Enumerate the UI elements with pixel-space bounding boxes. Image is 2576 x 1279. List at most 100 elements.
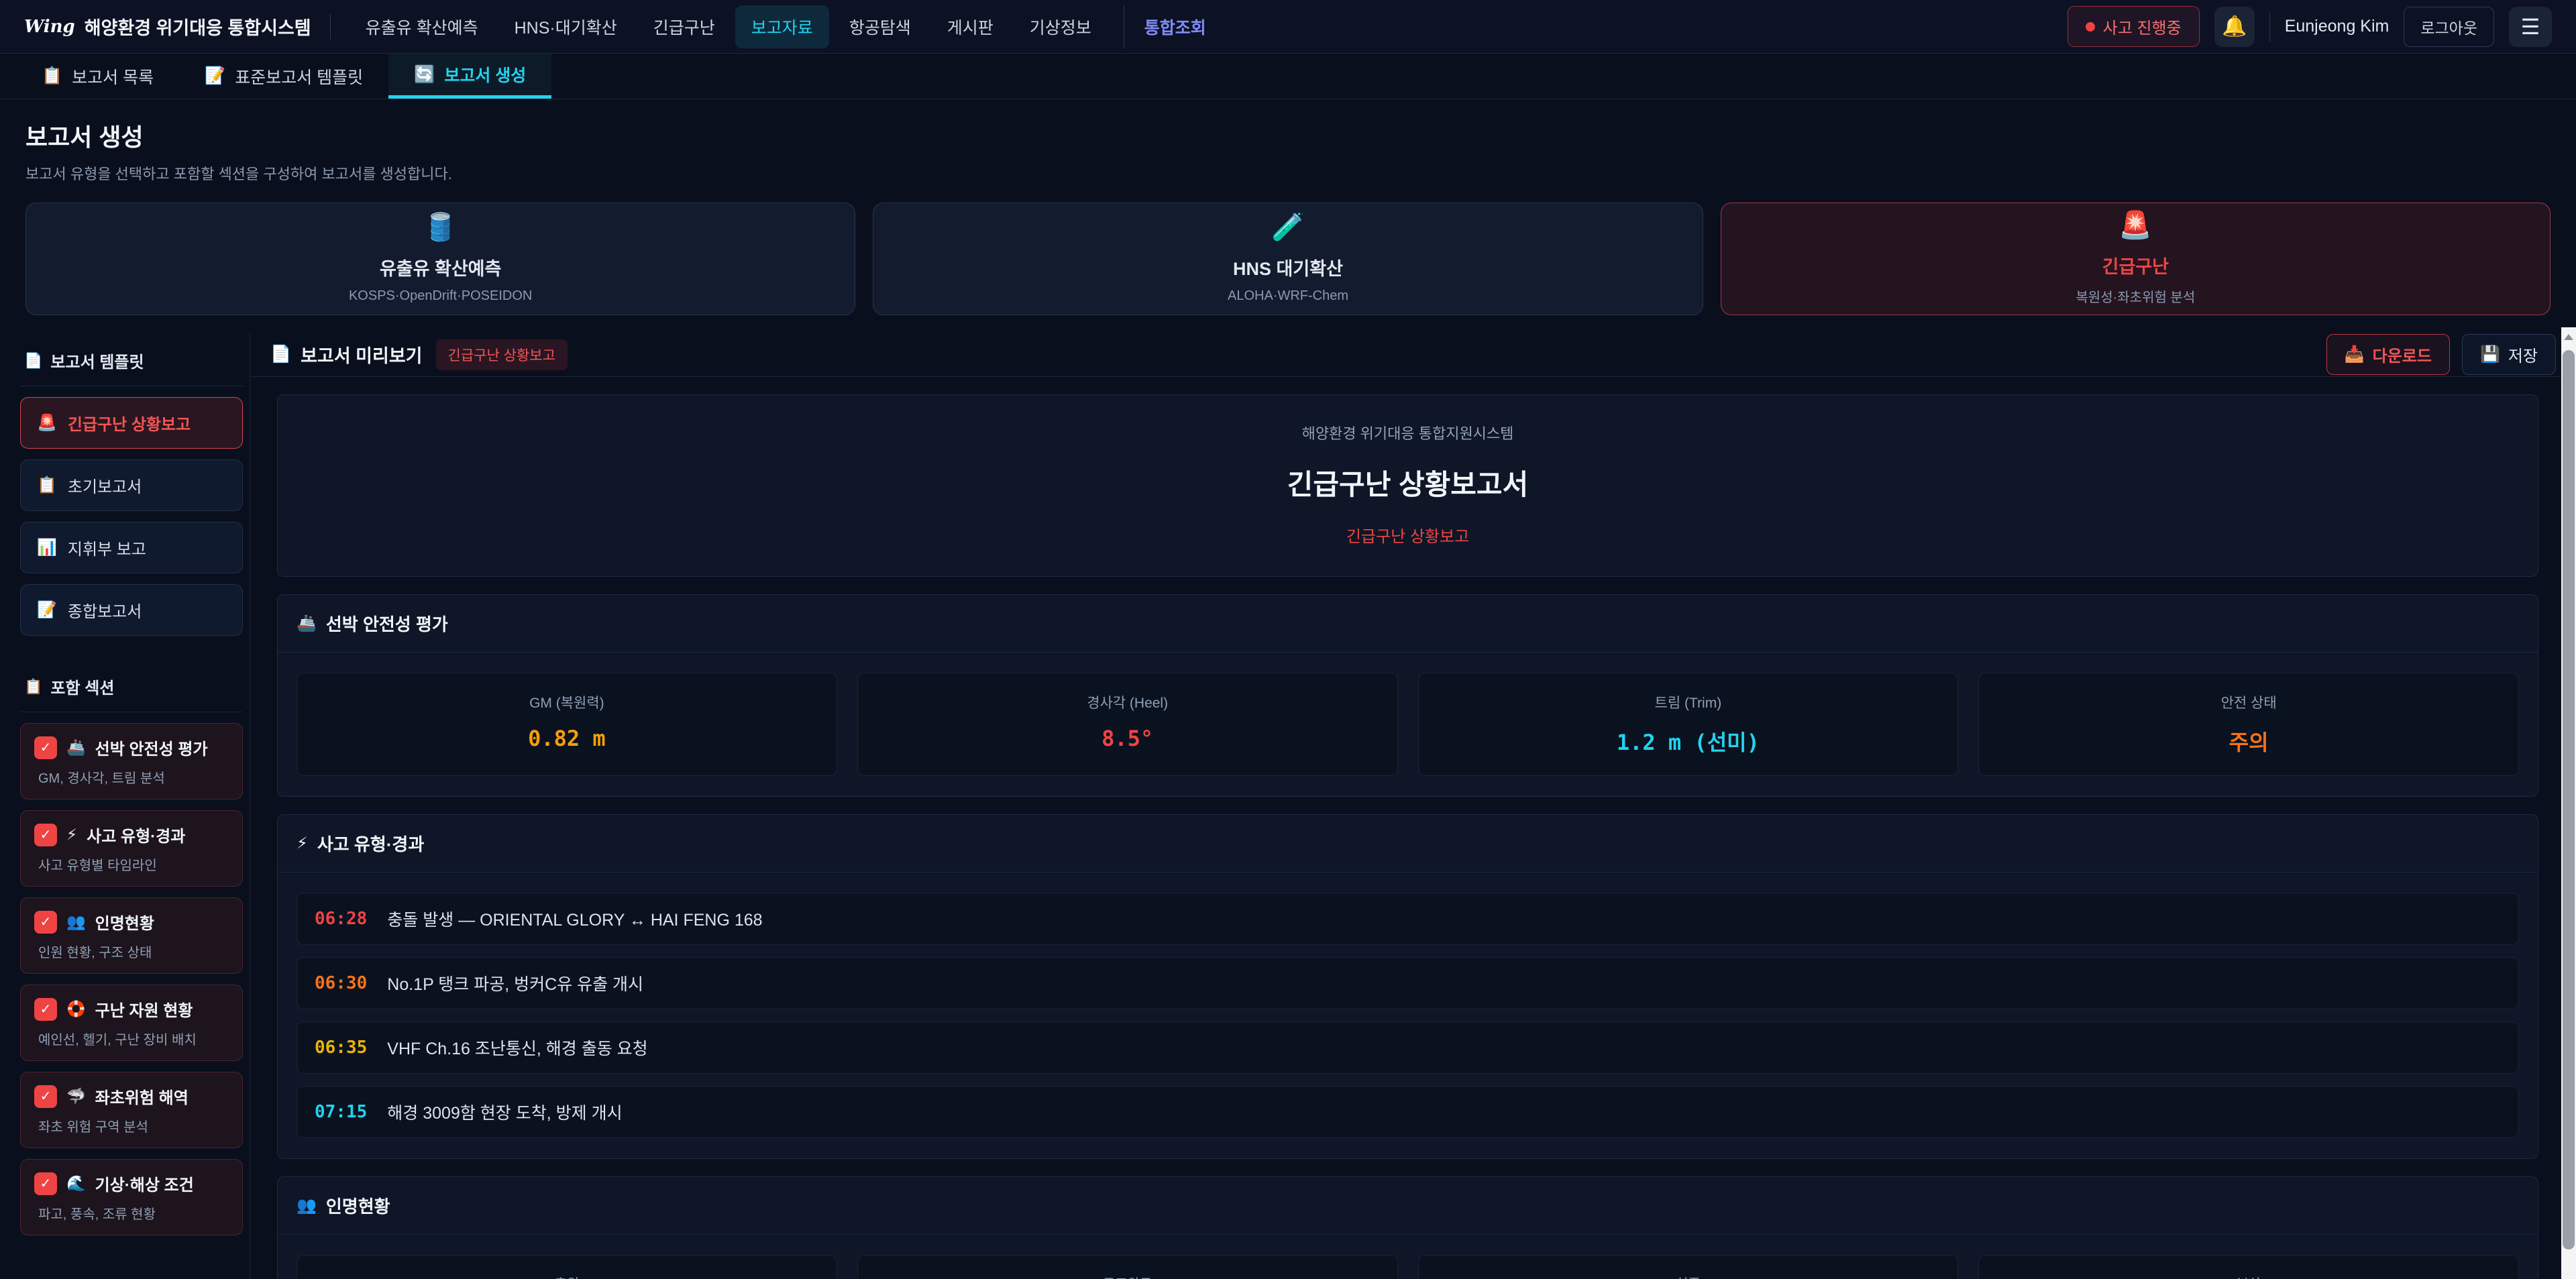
section-toggle-ship-safety[interactable]: ✓ 🚢 선박 안전성 평가 GM, 경사각, 트림 분석 <box>20 723 243 799</box>
report-type-hns[interactable]: 🧪 HNS 대기확산 ALOHA·WRF-Chem <box>873 203 1703 315</box>
checkbox-checked[interactable]: ✓ <box>34 1172 57 1195</box>
nav-item-integrated-search[interactable]: 통합조회 <box>1124 5 1222 48</box>
tab-standard-template[interactable]: 📝 표준보고서 템플릿 <box>179 54 388 99</box>
section-label: 좌초위험 해역 <box>95 1085 189 1108</box>
hamburger-menu-button[interactable]: ☰ <box>2509 7 2552 47</box>
section-desc: 파고, 풍속, 조류 현황 <box>38 1203 229 1223</box>
checkbox-checked[interactable]: ✓ <box>34 911 57 934</box>
timeline-time: 06:28 <box>315 909 367 929</box>
siren-icon: 🚨 <box>2118 212 2152 239</box>
templates-header: 📄 보고서 템플릿 <box>20 333 243 386</box>
preview-panel: 📄 보고서 미리보기 긴급구난 상황보고 📥 다운로드 💾 저장 해양환경 위기… <box>250 333 2576 1279</box>
report-org-name: 해양환경 위기대응 통합지원시스템 <box>278 422 2538 443</box>
preview-title: 보고서 미리보기 <box>301 341 422 368</box>
tab-report-list[interactable]: 📋 보고서 목록 <box>16 54 179 99</box>
ship-safety-header: 선박 안전성 평가 <box>326 611 448 636</box>
template-item-label: 지휘부 보고 <box>68 536 146 559</box>
nav-item-weather[interactable]: 기상정보 <box>1014 5 1108 48</box>
people-icon: 👥 <box>297 1196 317 1215</box>
template-item-initial-report[interactable]: 📋 초기보고서 <box>20 459 243 511</box>
metric-value: 주의 <box>1986 726 2512 757</box>
vertical-scrollbar[interactable] <box>2561 327 2576 1279</box>
checkbox-checked[interactable]: ✓ <box>34 736 57 759</box>
template-item-rescue-report[interactable]: 🚨 긴급구난 상황보고 <box>20 397 243 449</box>
scroll-up-arrow-icon[interactable] <box>2564 334 2573 340</box>
notification-button[interactable]: 🔔 <box>2214 7 2255 47</box>
nav-item-reports[interactable]: 보고자료 <box>735 5 829 48</box>
people-icon: 👥 <box>66 913 86 931</box>
tab-standard-template-label: 표준보고서 템플릿 <box>235 64 363 89</box>
refresh-icon: 🔄 <box>414 65 435 85</box>
lightning-icon: ⚡ <box>297 834 308 853</box>
section-toggle-grounding-risk[interactable]: ✓ 🦈 좌초위험 해역 좌초 위험 구역 분석 <box>20 1072 243 1148</box>
report-type-oil-spill[interactable]: 🛢️ 유출유 확산예측 KOSPS·OpenDrift·POSEIDON <box>25 203 855 315</box>
save-button[interactable]: 💾 저장 <box>2462 334 2556 375</box>
brand: Wing 해양환경 위기대응 통합시스템 <box>24 13 311 40</box>
top-navbar: Wing 해양환경 위기대응 통합시스템 유출유 확산예측 HNS·대기확산 긴… <box>0 0 2576 54</box>
nav-item-oil-spill[interactable]: 유출유 확산예측 <box>350 5 494 48</box>
test-tube-icon: 🧪 <box>1271 214 1305 241</box>
scrollbar-thumb[interactable] <box>2563 350 2575 1249</box>
timeline-text: No.1P 탱크 파공, 벙커C유 유출 개시 <box>387 971 643 995</box>
nav-item-hns[interactable]: HNS·대기확산 <box>498 5 633 48</box>
sections-header: 📋 포함 섹션 <box>20 659 243 712</box>
incident-dot-icon <box>2086 22 2095 32</box>
ship-icon: 🚢 <box>297 614 317 633</box>
section-desc: GM, 경사각, 트림 분석 <box>38 767 229 787</box>
tab-report-generate[interactable]: 🔄 보고서 생성 <box>388 54 551 99</box>
page-header: 보고서 생성 보고서 유형을 선택하고 포함할 섹션을 구성하여 보고서를 생성… <box>0 99 2576 190</box>
metric-value: 0.82 m <box>304 726 830 751</box>
report-type-rescue-selected[interactable]: 🚨 긴급구난 복원성·좌초위험 분석 <box>1721 203 2551 315</box>
checkbox-checked[interactable]: ✓ <box>34 1085 57 1108</box>
logout-button[interactable]: 로그아웃 <box>2404 7 2494 47</box>
checkbox-checked[interactable]: ✓ <box>34 824 57 846</box>
page-title: 보고서 생성 <box>25 118 2551 153</box>
metric-trim: 트림 (Trim) 1.2 m (선미) <box>1418 673 1959 776</box>
nav-item-rescue[interactable]: 긴급구난 <box>637 5 731 48</box>
metric-label: GM (복원력) <box>304 692 830 712</box>
templates-header-label: 보고서 템플릿 <box>50 349 144 372</box>
casualties-header: 인명현황 <box>326 1193 390 1218</box>
ship-safety-section: 🚢 선박 안전성 평가 GM (복원력) 0.82 m 경사각 (Heel) 8… <box>277 594 2538 797</box>
check-icon: ✓ <box>40 1001 52 1017</box>
section-toggle-accident-timeline[interactable]: ✓ ⚡ 사고 유형·경과 사고 유형별 타임라인 <box>20 810 243 887</box>
timeline-event: 06:35 VHF Ch.16 조난통신, 해경 출동 요청 <box>297 1021 2519 1074</box>
report-tabbar: 📋 보고서 목록 📝 표준보고서 템플릿 🔄 보고서 생성 <box>0 54 2576 99</box>
template-item-command-report[interactable]: 📊 지휘부 보고 <box>20 522 243 573</box>
nav-item-air-search[interactable]: 항공탐색 <box>833 5 927 48</box>
section-toggle-casualties[interactable]: ✓ 👥 인명현황 인원 현황, 구조 상태 <box>20 897 243 974</box>
preview-scroll-area[interactable]: 해양환경 위기대응 통합지원시스템 긴급구난 상황보고서 긴급구난 상황보고 🚢… <box>250 377 2576 1279</box>
timeline-text: 해경 3009함 현장 도착, 방제 개시 <box>387 1100 622 1124</box>
clipboard-icon: 📋 <box>37 476 57 495</box>
preview-type-badge: 긴급구난 상황보고 <box>436 339 568 370</box>
tab-report-generate-label: 보고서 생성 <box>444 62 526 87</box>
shark-icon: 🦈 <box>66 1087 86 1105</box>
section-toggle-rescue-resources[interactable]: ✓ 🛟 구난 자원 현황 예인선, 헬기, 구난 장비 배치 <box>20 985 243 1061</box>
report-type-title: HNS 대기확산 <box>1233 254 1343 280</box>
metric-label: 경사각 (Heel) <box>865 692 1391 712</box>
section-toggle-weather-sea[interactable]: ✓ 🌊 기상·해상 조건 파고, 풍속, 조류 현황 <box>20 1159 243 1235</box>
document-icon: 📄 <box>270 345 291 364</box>
nav-divider <box>330 14 331 40</box>
timeline-text: VHF Ch.16 조난통신, 해경 출동 요청 <box>387 1036 647 1060</box>
template-item-label: 초기보고서 <box>68 474 142 497</box>
casualty-missing: 실종 2 명 <box>1418 1255 1959 1279</box>
lightning-icon: ⚡ <box>66 826 77 844</box>
document-icon: 📄 <box>24 352 42 370</box>
checkbox-checked[interactable]: ✓ <box>34 998 57 1021</box>
save-button-label: 저장 <box>2508 343 2538 366</box>
incident-status-badge[interactable]: 사고 진행중 <box>2068 6 2200 47</box>
section-label: 사고 유형·경과 <box>87 823 185 846</box>
download-button[interactable]: 📥 다운로드 <box>2326 334 2450 375</box>
report-type-title: 유출유 확산예측 <box>380 254 501 280</box>
hamburger-icon: ☰ <box>2521 14 2540 40</box>
report-document-subtitle: 긴급구난 상황보고 <box>278 523 2538 547</box>
siren-icon: 🚨 <box>37 413 57 433</box>
section-desc: 좌초 위험 구역 분석 <box>38 1116 229 1135</box>
brand-logo-icon: Wing <box>24 17 75 37</box>
nav-item-board[interactable]: 게시판 <box>931 5 1010 48</box>
metric-heel: 경사각 (Heel) 8.5° <box>857 673 1398 776</box>
template-item-comprehensive-report[interactable]: 📝 종합보고서 <box>20 584 243 636</box>
timeline-event: 07:15 해경 3009함 현장 도착, 방제 개시 <box>297 1086 2519 1138</box>
check-icon: ✓ <box>40 1175 52 1192</box>
